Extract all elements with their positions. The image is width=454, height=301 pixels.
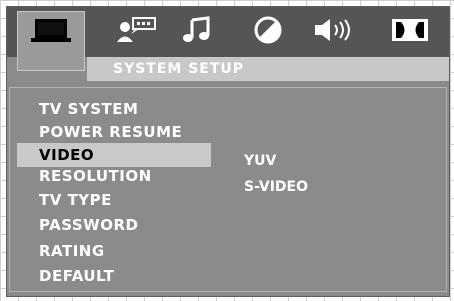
music-note-icon — [183, 16, 213, 48]
category-icon-bar — [7, 7, 449, 71]
tab-speaker[interactable] — [301, 7, 367, 57]
option-s-video[interactable]: S-VIDEO — [244, 177, 308, 197]
tab-dolby[interactable] — [377, 7, 443, 57]
tab-system-setup[interactable] — [17, 11, 85, 71]
menu-item-resolution[interactable]: RESOLUTION — [39, 165, 152, 187]
menu-item-tv-system[interactable]: TV SYSTEM — [39, 98, 138, 120]
tab-language[interactable] — [103, 7, 169, 57]
option-yuv[interactable]: YUV — [244, 151, 276, 171]
tab-video[interactable] — [235, 7, 301, 57]
page-title: SYSTEM SETUP — [113, 61, 245, 77]
menu-item-power-resume[interactable]: POWER RESUME — [39, 121, 182, 143]
menu-item-password[interactable]: PASSWORD — [39, 214, 138, 236]
menu-item-rating[interactable]: RATING — [39, 240, 105, 262]
setup-menu-window: SYSTEM SETUP TV SYSTEM POWER RESUME VIDE… — [6, 6, 450, 297]
speaking-person-icon — [115, 16, 157, 48]
menu-item-tv-type[interactable]: TV TYPE — [39, 189, 112, 211]
contrast-circle-icon — [253, 15, 283, 49]
tab-audio[interactable] — [165, 7, 231, 57]
menu-item-video[interactable]: VIDEO — [39, 144, 94, 166]
speaker-icon — [313, 17, 355, 47]
dolby-icon — [391, 18, 429, 46]
menu-item-default[interactable]: DEFAULT — [39, 265, 114, 287]
monitor-icon — [30, 18, 72, 48]
